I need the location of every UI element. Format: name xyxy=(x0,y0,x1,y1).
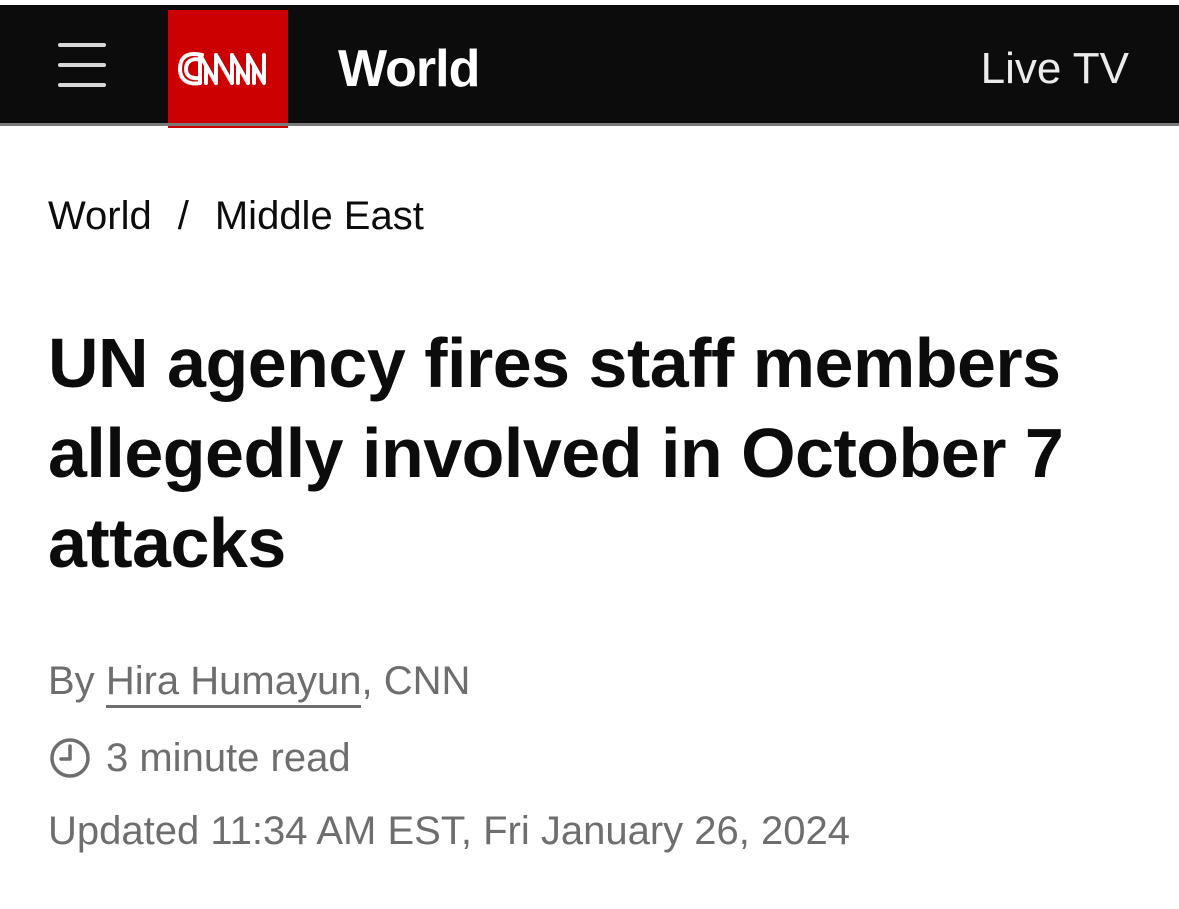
clock-icon xyxy=(50,738,90,778)
author-link[interactable]: Hira Humayun xyxy=(105,659,362,708)
cnn-logo-icon xyxy=(178,52,266,86)
hamburger-menu-icon xyxy=(58,43,106,47)
breadcrumb-separator: / xyxy=(177,194,189,238)
breadcrumb: World / Middle East xyxy=(48,192,424,240)
byline: By Hira Humayun, CNN xyxy=(48,655,471,708)
byline-source: , CNN xyxy=(361,659,471,703)
updated-timestamp: Updated 11:34 AM EST, Fri January 26, 20… xyxy=(48,809,850,853)
read-time-label: 3 minute read xyxy=(106,736,351,780)
menu-button[interactable] xyxy=(52,37,112,93)
breadcrumb-item-world[interactable]: World xyxy=(48,194,152,238)
breadcrumb-item-middle-east[interactable]: Middle East xyxy=(215,194,424,238)
live-tv-link[interactable]: Live TV xyxy=(981,41,1129,97)
byline-prefix: By xyxy=(48,659,95,703)
top-nav-bar: World Live TV xyxy=(0,5,1179,128)
read-time: 3 minute read xyxy=(48,732,351,784)
cnn-logo[interactable] xyxy=(168,10,288,128)
article-headline: UN agency fires staff members allegedly … xyxy=(48,324,1064,582)
header-divider xyxy=(0,123,1179,126)
section-title[interactable]: World xyxy=(338,37,480,101)
